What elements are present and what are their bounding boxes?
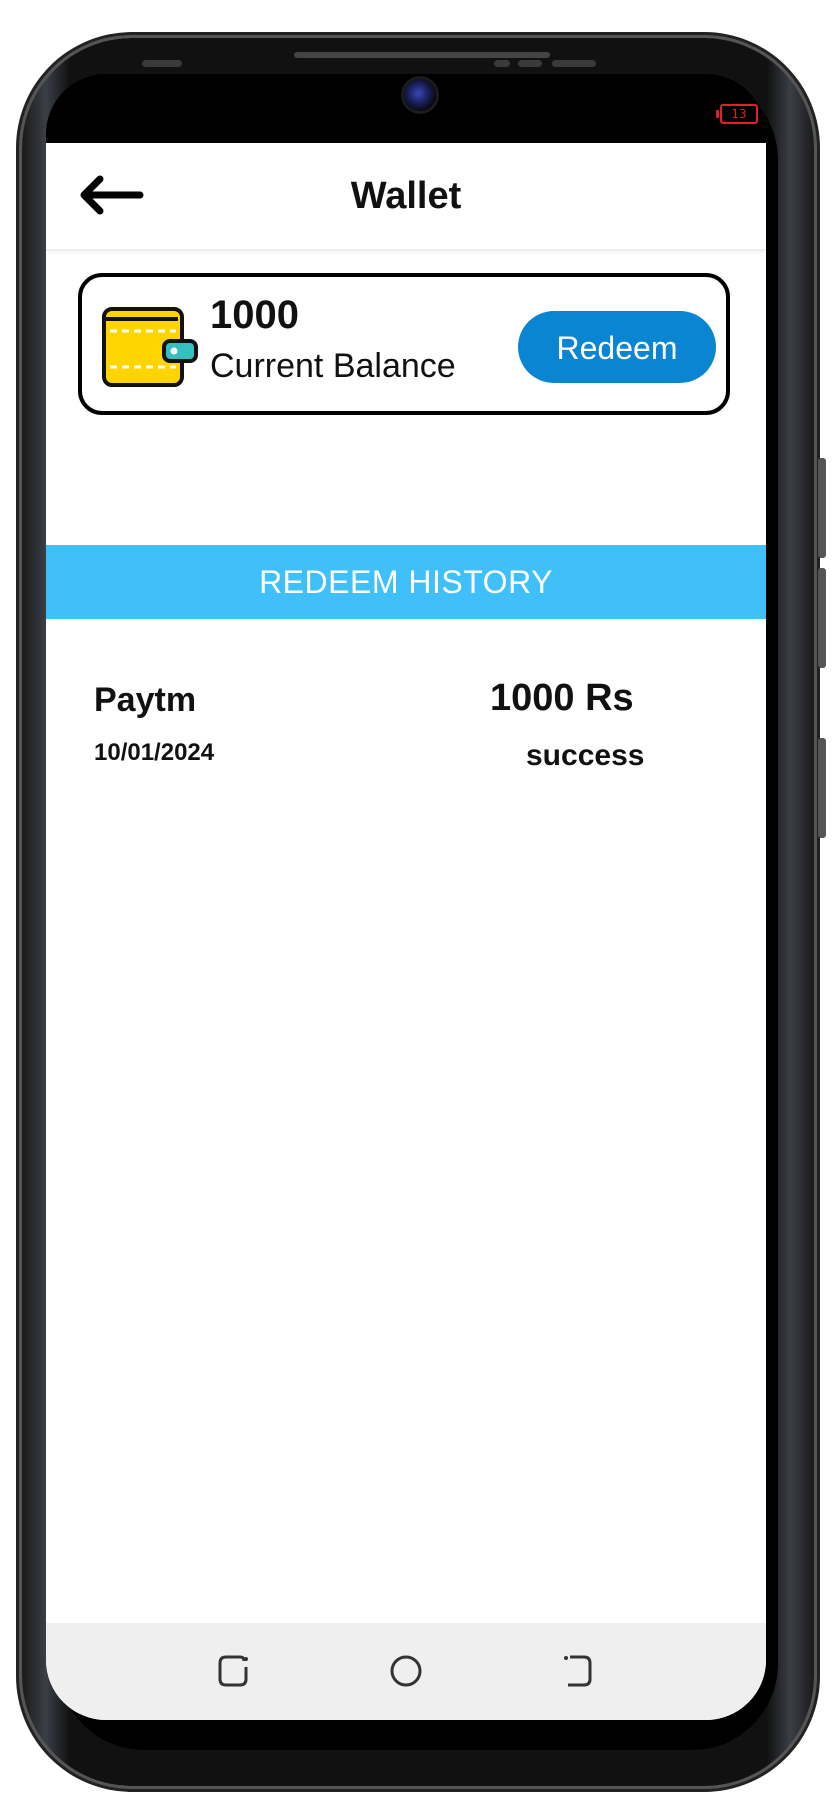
volume-up-button xyxy=(818,458,826,558)
recents-icon xyxy=(218,1655,248,1687)
balance-card: 1000 Current Balance Redeem xyxy=(78,273,730,415)
back-icon xyxy=(564,1655,592,1687)
power-button xyxy=(818,738,826,838)
sensor xyxy=(552,60,596,67)
system-back-button[interactable] xyxy=(558,1653,598,1689)
sensor xyxy=(518,60,542,67)
home-icon xyxy=(390,1655,422,1687)
arrow-left-icon xyxy=(80,175,144,215)
front-camera-icon xyxy=(404,79,436,111)
history-provider: Paytm xyxy=(94,681,197,719)
phone-frame: 13 Wallet 1000 Current Balance Redeem RE… xyxy=(22,38,826,1786)
balance-amount: 1000 xyxy=(210,293,299,337)
sensor xyxy=(494,60,510,67)
history-amount: 1000 Rs xyxy=(490,677,634,719)
recents-button[interactable] xyxy=(214,1653,254,1689)
app-bar: Wallet xyxy=(46,143,766,251)
sensor xyxy=(142,60,182,67)
wallet-icon xyxy=(102,307,198,387)
balance-label: Current Balance xyxy=(210,347,456,385)
back-button[interactable] xyxy=(76,171,146,219)
history-date: 10/01/2024 xyxy=(94,739,215,766)
redeem-button[interactable]: Redeem xyxy=(518,311,716,383)
system-nav-bar xyxy=(46,1623,766,1720)
battery-level: 13 xyxy=(731,107,747,121)
app-screen: Wallet 1000 Current Balance Redeem REDEE… xyxy=(46,143,766,1720)
volume-down-button xyxy=(818,568,826,668)
earpiece-speaker xyxy=(294,52,550,58)
history-status: success xyxy=(526,739,645,772)
history-list-item: Paytm 10/01/2024 1000 Rs success xyxy=(46,659,766,779)
home-button[interactable] xyxy=(386,1653,426,1689)
page-title: Wallet xyxy=(350,175,462,217)
redeem-history-header: REDEEM HISTORY xyxy=(46,545,766,619)
battery-indicator: 13 xyxy=(716,104,758,124)
